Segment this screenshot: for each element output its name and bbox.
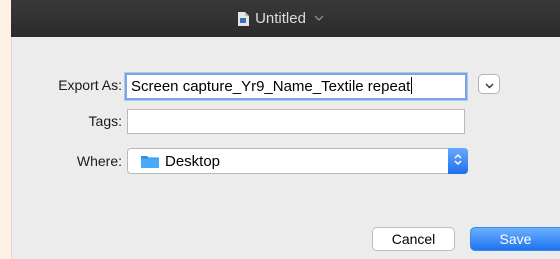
title-wrap[interactable]: Untitled [237, 10, 324, 27]
tags-label: Tags: [88, 113, 122, 129]
export-as-value: Screen capture_Yr9_Name_Textile repeat [131, 78, 411, 95]
save-button[interactable]: Save [470, 227, 560, 251]
up-down-arrows-icon [454, 153, 462, 169]
where-label: Where: [76, 153, 122, 169]
chevron-down-icon[interactable] [314, 13, 324, 25]
where-popup[interactable]: Desktop [127, 148, 468, 174]
save-sheet: Export As: Screen capture_Yr9_Name_Texti… [11, 37, 560, 259]
export-as-label: Export As: [58, 77, 122, 93]
document-icon [237, 11, 250, 26]
expand-button[interactable] [478, 74, 500, 94]
tags-field[interactable] [127, 109, 465, 134]
text-caret [411, 77, 413, 94]
window-title: Untitled [255, 10, 306, 27]
window-titlebar: Untitled [11, 0, 560, 37]
background-strip [0, 0, 11, 259]
cancel-button[interactable]: Cancel [372, 227, 455, 251]
popup-stepper[interactable] [448, 148, 468, 174]
export-as-field[interactable]: Screen capture_Yr9_Name_Textile repeat [125, 73, 467, 100]
chevron-down-icon [485, 76, 494, 92]
where-value: Desktop [165, 152, 221, 170]
folder-icon [141, 154, 159, 168]
